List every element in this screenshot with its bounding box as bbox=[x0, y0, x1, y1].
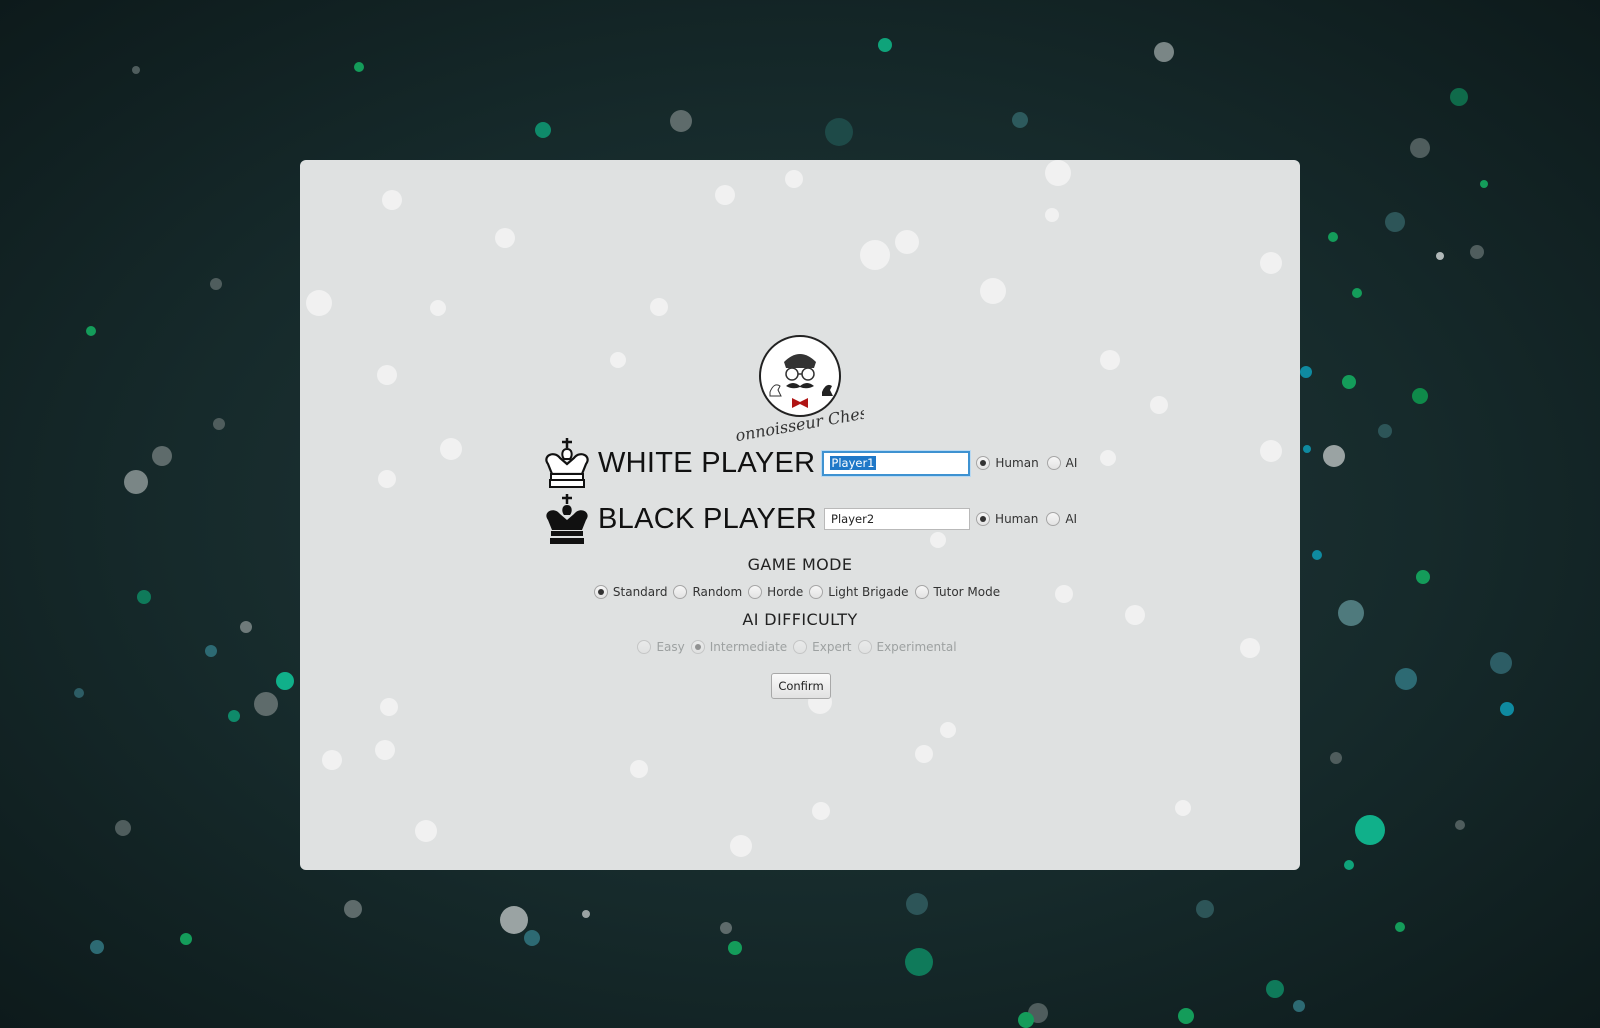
black-king-icon bbox=[546, 494, 588, 544]
radio-circle bbox=[914, 585, 929, 599]
white-human-radio[interactable]: Human bbox=[976, 456, 1039, 470]
radio-label: Tutor Mode bbox=[933, 585, 1001, 599]
radio-label: Light Brigade bbox=[828, 585, 909, 599]
black-player-label: BLACK PLAYER bbox=[598, 502, 818, 535]
white-player-type-group: Human AI bbox=[976, 456, 1085, 470]
radio-circle bbox=[593, 585, 608, 599]
radio-circle bbox=[637, 640, 652, 654]
radio-label: AI bbox=[1065, 456, 1078, 470]
radio-circle bbox=[793, 640, 808, 654]
radio-circle bbox=[809, 585, 824, 599]
ai-difficulty-group: Easy Intermediate Expert Experimental bbox=[300, 640, 1300, 654]
game-mode-group: Standard Random Horde Light Brigade Tuto… bbox=[300, 585, 1300, 599]
black-player-type-group: Human AI bbox=[976, 512, 1085, 526]
difficulty-easy-radio[interactable]: Easy bbox=[637, 640, 685, 654]
black-player-name-value: Player2 bbox=[831, 512, 875, 526]
radio-circle bbox=[857, 640, 872, 654]
radio-circle bbox=[976, 456, 991, 470]
radio-label: Easy bbox=[656, 640, 685, 654]
radio-label: Intermediate bbox=[709, 640, 788, 654]
difficulty-intermediate-radio[interactable]: Intermediate bbox=[690, 640, 788, 654]
mode-random-radio[interactable]: Random bbox=[673, 585, 742, 599]
white-king-icon bbox=[545, 438, 589, 488]
mode-light-brigade-radio[interactable]: Light Brigade bbox=[809, 585, 909, 599]
white-player-label: WHITE PLAYER bbox=[598, 446, 816, 479]
radio-label: Standard bbox=[612, 585, 668, 599]
mode-standard-radio[interactable]: Standard bbox=[593, 585, 668, 599]
mode-tutor-radio[interactable]: Tutor Mode bbox=[914, 585, 1001, 599]
ai-difficulty-title: AI DIFFICULTY bbox=[742, 610, 858, 629]
white-ai-radio[interactable]: AI bbox=[1046, 456, 1078, 470]
radio-label: Experimental bbox=[876, 640, 957, 654]
white-player-row: WHITE PLAYER Player1 Human AI bbox=[540, 438, 1085, 488]
connoisseur-chess-logo: Connoisseur Chess bbox=[736, 335, 864, 442]
radio-label: Horde bbox=[767, 585, 804, 599]
radio-label: Human bbox=[995, 456, 1039, 470]
mode-horde-radio[interactable]: Horde bbox=[748, 585, 803, 599]
black-player-name-input[interactable]: Player2 bbox=[824, 508, 971, 530]
confirm-button[interactable]: Confirm bbox=[771, 673, 831, 699]
radio-circle bbox=[1046, 512, 1061, 526]
white-player-name-input[interactable]: Player1 bbox=[822, 450, 971, 476]
difficulty-experimental-radio[interactable]: Experimental bbox=[857, 640, 957, 654]
setup-dialog: Connoisseur Chess WHITE PLAYER Player1 H… bbox=[300, 160, 1300, 870]
black-player-row: BLACK PLAYER Player2 Human AI bbox=[540, 494, 1085, 544]
radio-circle bbox=[976, 512, 991, 526]
difficulty-expert-radio[interactable]: Expert bbox=[793, 640, 852, 654]
radio-label: AI bbox=[1065, 512, 1078, 526]
radio-circle bbox=[748, 585, 763, 599]
black-human-radio[interactable]: Human bbox=[976, 512, 1038, 526]
radio-label: Random bbox=[692, 585, 743, 599]
radio-label: Expert bbox=[812, 640, 852, 654]
radio-circle bbox=[690, 640, 705, 654]
radio-label: Human bbox=[995, 512, 1039, 526]
white-player-name-value: Player1 bbox=[830, 456, 876, 470]
black-ai-radio[interactable]: AI bbox=[1046, 512, 1077, 526]
game-mode-title: GAME MODE bbox=[747, 555, 853, 574]
radio-circle bbox=[1046, 456, 1061, 470]
radio-circle bbox=[673, 585, 688, 599]
